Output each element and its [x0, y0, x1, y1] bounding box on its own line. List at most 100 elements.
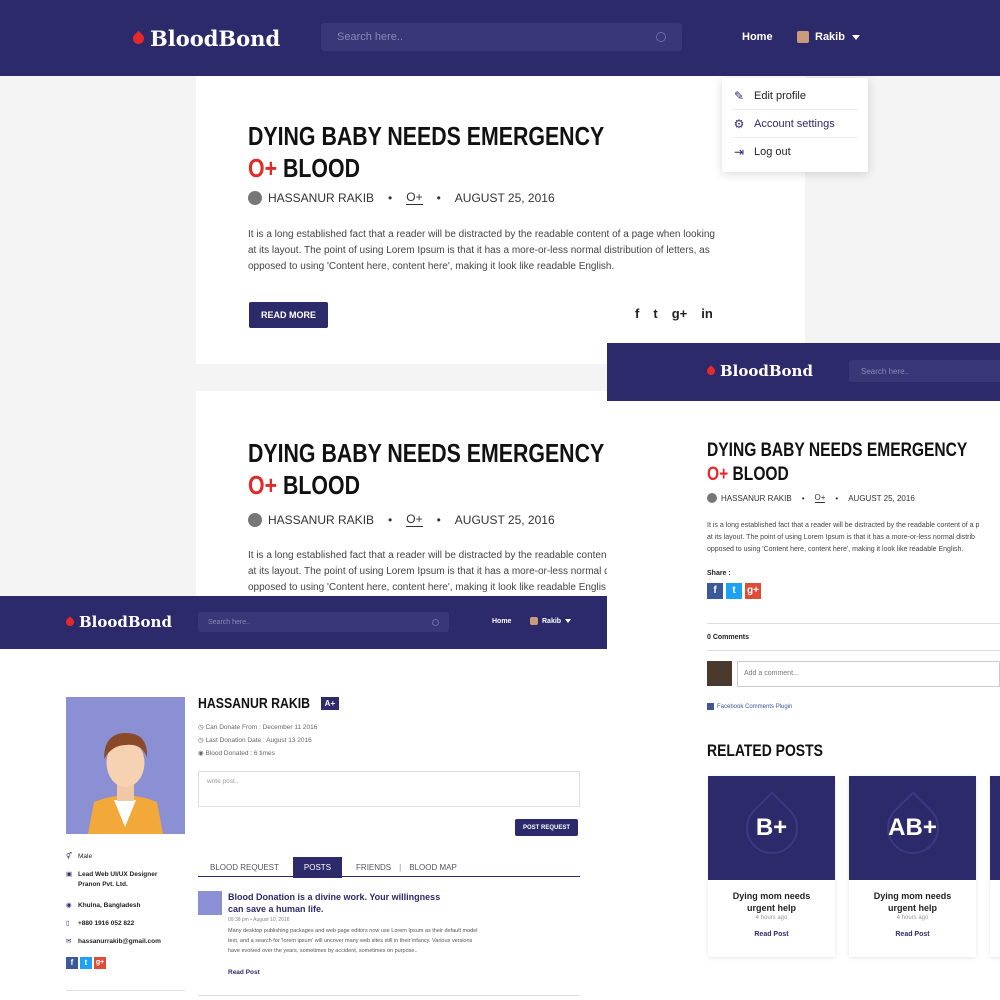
- post-title-line1: DYING BABY NEEDS EMERGENCY: [248, 121, 605, 151]
- post-card: DYING BABY NEEDS EMERGENCY O+ BLOOD HASS…: [196, 391, 607, 596]
- search-icon[interactable]: [656, 32, 666, 42]
- blood-group-tag: O+: [248, 470, 278, 500]
- post-title-line2: O+ BLOOD: [248, 152, 604, 184]
- feed-meta: 09:38 pm • August 10, 2016: [228, 917, 290, 923]
- feed-author-avatar: [198, 891, 222, 915]
- donation-info: ◷ Can Donate From : December 11 2016 ◷ L…: [198, 721, 317, 760]
- twitter-icon[interactable]: t: [653, 306, 657, 321]
- google-plus-share-icon[interactable]: g+: [745, 583, 761, 599]
- brand-logo[interactable]: BloodBond: [64, 613, 172, 631]
- dropdown-item-label: Account settings: [754, 117, 835, 130]
- logout-item[interactable]: ⇥ Log out: [732, 138, 858, 166]
- share-label: Share :: [707, 570, 731, 577]
- linkedin-icon[interactable]: in: [701, 306, 713, 321]
- facebook-icon[interactable]: f: [635, 306, 639, 321]
- facebook-icon: [707, 703, 714, 710]
- comment-input[interactable]: Add a comment...: [737, 661, 1000, 687]
- tab-blood-map[interactable]: BLOOD MAP: [409, 863, 457, 872]
- read-more-button[interactable]: READ MORE: [249, 302, 328, 328]
- share-icons: f t g+ in: [635, 306, 713, 321]
- blood-group-tag: O+: [707, 464, 729, 485]
- post-excerpt: It is a long established fact that a rea…: [248, 229, 715, 272]
- person-illustration: [66, 697, 185, 834]
- author-avatar: [248, 512, 262, 527]
- profile-blood-group-badge: A+: [320, 697, 340, 710]
- facebook-share-icon[interactable]: f: [707, 583, 723, 599]
- plugin-label: Facebook Comments Plugin: [717, 703, 793, 710]
- facebook-plugin-note[interactable]: Facebook Comments Plugin: [707, 703, 792, 710]
- related-post-card[interactable]: B+ Dying mom needs urgent help 4 hours a…: [708, 776, 835, 957]
- comments-divider: [707, 650, 1000, 651]
- related-post-card[interactable]: AB+ Dying mom needs urgent help 4 hours …: [849, 776, 976, 957]
- phone-icon: ▯: [66, 920, 70, 927]
- google-plus-icon[interactable]: g+: [94, 957, 106, 969]
- can-donate-label: Can Donate From :: [205, 724, 261, 731]
- gender-value: Male: [78, 852, 93, 860]
- post-title-suffix: BLOOD: [282, 153, 360, 183]
- post-blood-group[interactable]: O+: [814, 493, 826, 503]
- post-date: AUGUST 25, 2016: [848, 493, 915, 503]
- related-read-post-link[interactable]: Read Post: [849, 931, 976, 938]
- location-pin-icon: ◉: [66, 902, 72, 909]
- post-blood-group[interactable]: O+: [406, 512, 423, 527]
- edit-profile-item[interactable]: ✎ Edit profile: [732, 82, 858, 110]
- facebook-icon[interactable]: f: [66, 957, 78, 969]
- post-title[interactable]: DYING BABY NEEDS EMERGENCY O+ BLOOD: [248, 437, 604, 501]
- twitter-share-icon[interactable]: t: [726, 583, 742, 599]
- profile-social-links: f t g+: [66, 957, 161, 969]
- related-post-cover: B+: [708, 776, 835, 880]
- feed-date: August 10, 2016: [253, 917, 290, 923]
- email-value[interactable]: hassanurrakib@gmail.com: [78, 938, 161, 945]
- user-menu-toggle[interactable]: Rakib: [797, 31, 860, 43]
- location-row: ◉ Khulna, Bangladesh: [66, 899, 161, 911]
- profile-screen: BloodBond Search here.. Home Rakib HASSA…: [0, 596, 607, 1000]
- job-info: Lead Web UI/UX Designer Pranon Pvt. Ltd.: [78, 870, 157, 890]
- search-bar[interactable]: Search here..: [321, 23, 682, 51]
- brand-name: BloodBond: [79, 613, 172, 631]
- briefcase-icon: ▣: [66, 871, 73, 878]
- tab-blood-request[interactable]: BLOOD REQUEST: [210, 863, 279, 872]
- google-plus-icon[interactable]: g+: [672, 306, 688, 321]
- user-menu-toggle[interactable]: Rakib: [530, 617, 572, 625]
- gender-icon: ⚥: [66, 853, 72, 860]
- related-read-post-link[interactable]: Read Post: [708, 931, 835, 938]
- post-detail-screen: BloodBond Search here.. DYING BABY NEEDS…: [607, 343, 1000, 1000]
- twitter-icon[interactable]: t: [80, 957, 92, 969]
- post-blood-group[interactable]: O+: [406, 190, 423, 205]
- gender-row: ⚥ Male: [66, 848, 161, 864]
- search-bar[interactable]: Search here..: [849, 360, 1000, 382]
- user-name: Rakib: [542, 617, 562, 625]
- blood-group-tag: O+: [248, 153, 278, 183]
- comments-divider: [707, 623, 1000, 624]
- email-icon: ✉: [66, 938, 72, 945]
- email-row: ✉ hassanurrakib@gmail.com: [66, 935, 161, 947]
- post-author[interactable]: HASSANUR RAKIB: [268, 191, 374, 205]
- feed-read-post-link[interactable]: Read Post: [228, 969, 260, 976]
- post-excerpt-line: opposed to using 'Content here, content …: [248, 582, 606, 593]
- write-post-input[interactable]: write post..: [198, 771, 580, 807]
- tab-posts[interactable]: POSTS: [292, 856, 343, 878]
- search-icon[interactable]: [432, 618, 439, 626]
- account-settings-item[interactable]: ⚙ Account settings: [732, 110, 858, 138]
- commenter-avatar: [707, 661, 732, 686]
- related-post-cover: AB+: [849, 776, 976, 880]
- feed-title[interactable]: Blood Donation is a divine work. Your wi…: [228, 891, 440, 915]
- post-title[interactable]: DYING BABY NEEDS EMERGENCY O+ BLOOD: [248, 120, 604, 184]
- post-author[interactable]: HASSANUR RAKIB: [721, 494, 792, 503]
- location-value: Khulna, Bangladesh: [78, 901, 141, 909]
- meta-separator: •: [436, 512, 441, 527]
- tab-friends[interactable]: FRIENDS: [356, 863, 391, 872]
- brand-logo[interactable]: BloodBond: [130, 26, 280, 51]
- profile-name-row: HASSANUR RAKIB A+: [198, 695, 340, 712]
- search-bar[interactable]: Search here..: [198, 612, 449, 632]
- related-post-card-partial[interactable]: [990, 776, 1000, 957]
- post-author[interactable]: HASSANUR RAKIB: [268, 513, 374, 527]
- nav-home-link[interactable]: Home: [492, 618, 511, 625]
- post-request-button[interactable]: POST REQUEST: [515, 819, 578, 836]
- write-post-placeholder: write post..: [207, 778, 239, 785]
- brand-logo[interactable]: BloodBond: [705, 362, 813, 380]
- last-donation-value: August 13 2016: [266, 737, 312, 744]
- can-donate-row: ◷ Can Donate From : December 11 2016: [198, 724, 318, 731]
- detail-title-line1: DYING BABY NEEDS EMERGENCY: [707, 440, 968, 461]
- nav-home-link[interactable]: Home: [742, 31, 773, 43]
